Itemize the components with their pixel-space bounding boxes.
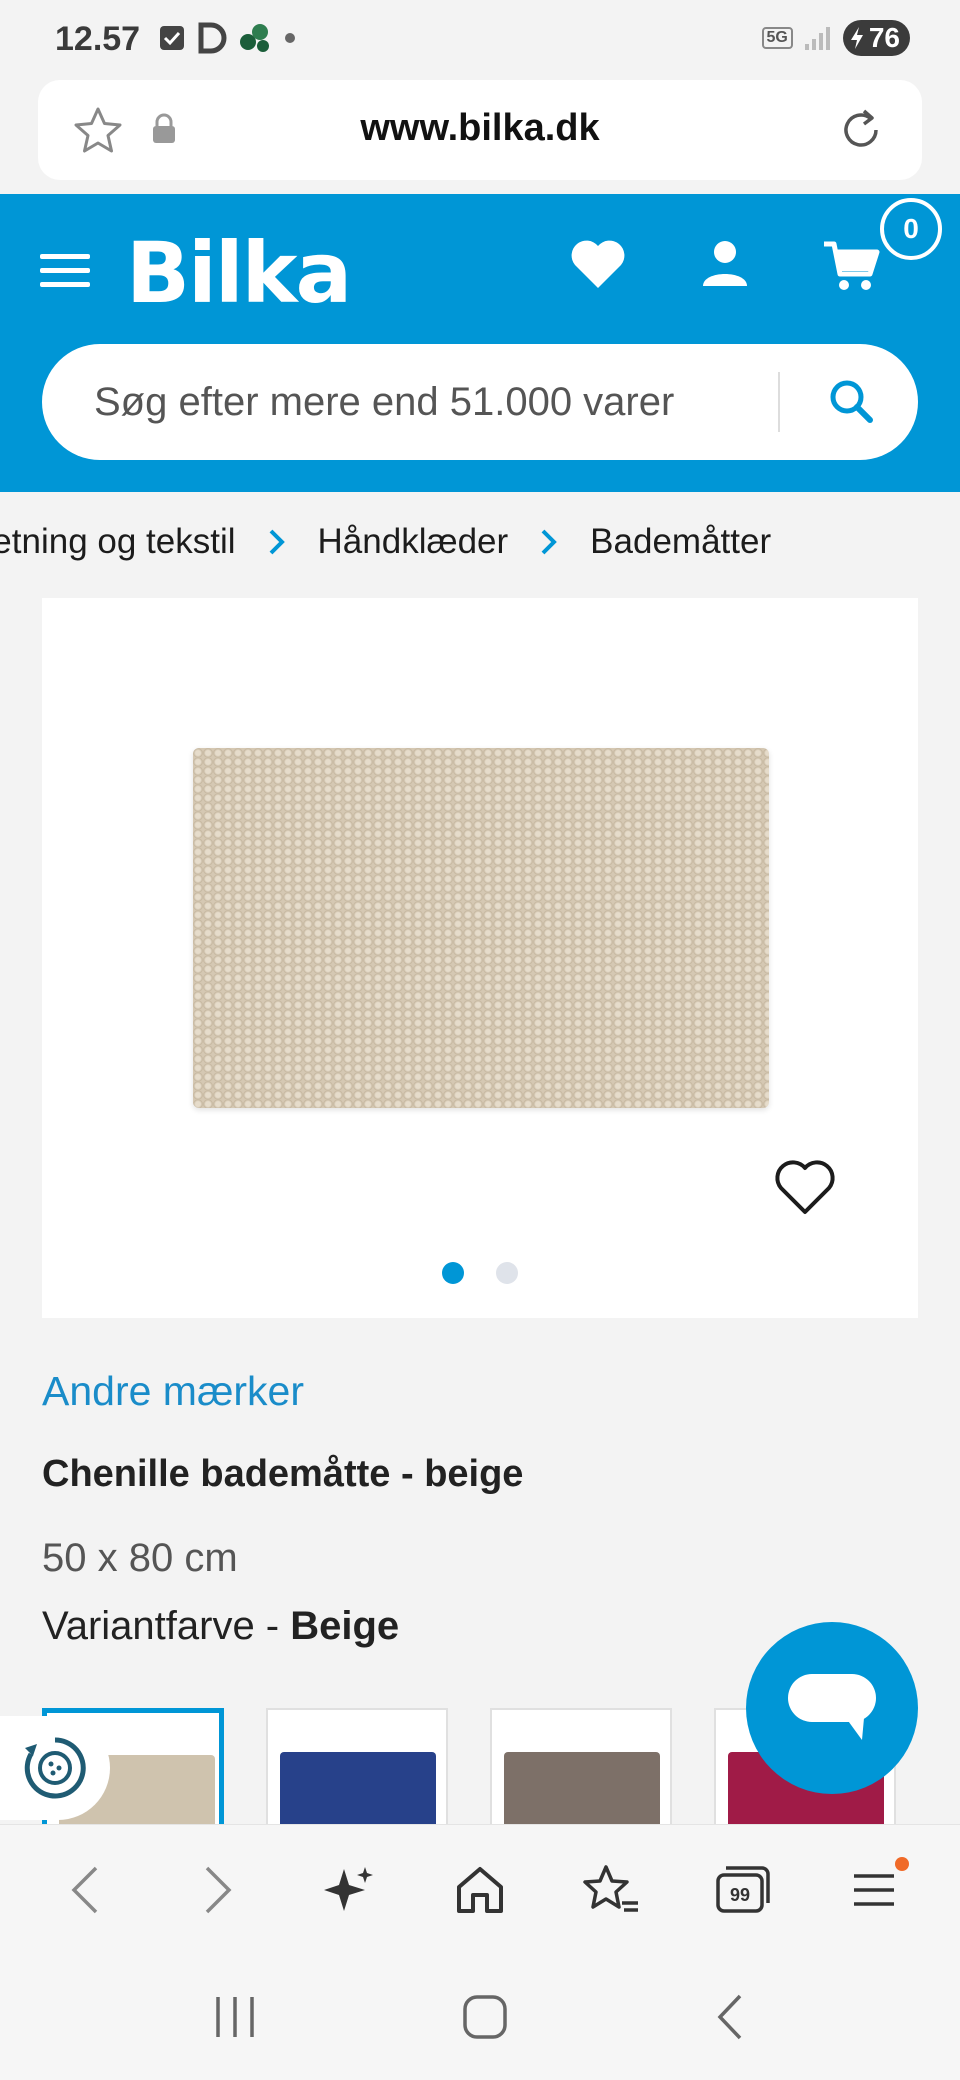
tabs-icon: 99: [716, 1865, 770, 1913]
product-size: 50 x 80 cm: [42, 1536, 238, 1580]
system-home-icon[interactable]: [460, 1992, 510, 2042]
back-icon: [71, 1866, 97, 1913]
breadcrumb-item-handklaeder[interactable]: Håndklæder: [318, 522, 509, 562]
cookie-icon: [24, 1737, 86, 1799]
swatch-brown-image: [504, 1752, 660, 1824]
cookie-settings-button[interactable]: [0, 1716, 110, 1820]
more-notifications-icon: [285, 33, 295, 43]
status-time: 12.57: [55, 20, 141, 58]
battery-level: 76: [868, 22, 900, 53]
account-icon[interactable]: [700, 238, 750, 290]
notification-icons: [158, 22, 298, 54]
leaf-app-icon: [240, 24, 269, 52]
d-app-icon: [198, 22, 227, 54]
chevron-right-icon: [269, 529, 285, 555]
tabs-count: 99: [730, 1885, 750, 1905]
browser-toolbar: 99: [0, 1824, 960, 1954]
favorites-heart-icon[interactable]: [568, 236, 628, 292]
address-bar[interactable]: www.bilka.dk: [38, 80, 922, 180]
browser-tabs-button[interactable]: 99: [708, 1855, 778, 1925]
carousel-dots: [42, 1262, 918, 1284]
browser-forward-button[interactable]: [182, 1855, 252, 1925]
bilka-logo[interactable]: Bilka: [126, 224, 352, 322]
url-text[interactable]: www.bilka.dk: [38, 107, 922, 150]
home-icon: [456, 1866, 503, 1913]
site-header: Bilka 0: [0, 194, 960, 492]
charging-icon: [850, 27, 863, 49]
swatch-blue[interactable]: [266, 1708, 448, 1824]
product-title: Chenille bademåtte - beige: [42, 1453, 524, 1495]
browser-menu-button[interactable]: [839, 1855, 910, 1925]
add-to-favorites-heart-icon[interactable]: [772, 1158, 838, 1218]
bookmarks-icon: [583, 1864, 639, 1912]
sparkle-icon: [323, 1866, 373, 1911]
battery-indicator: 76: [842, 20, 910, 56]
browser-home-button[interactable]: [445, 1855, 515, 1925]
menu-icon[interactable]: [40, 254, 90, 294]
breadcrumb-item-bademaatter[interactable]: Bademåtter: [590, 522, 771, 562]
search-icon[interactable]: [822, 372, 882, 432]
menu-lines-icon: [854, 1873, 895, 1906]
status-bar: 12.57 5G 76: [0, 0, 960, 80]
chat-bubble-icon: [788, 1674, 876, 1740]
checkbox-notification-icon: [160, 26, 184, 50]
breadcrumb-item-indretning[interactable]: Indretning og tekstil: [0, 522, 236, 562]
search-input[interactable]: [94, 344, 784, 460]
brand-link[interactable]: Andre mærker: [42, 1368, 304, 1415]
chat-button[interactable]: [746, 1622, 918, 1794]
swatch-blue-image: [280, 1752, 436, 1824]
search-divider: [778, 372, 780, 432]
cart-count-badge[interactable]: 0: [880, 198, 942, 260]
product-image-bath-mat[interactable]: [193, 748, 769, 1108]
system-icons: 5G 76: [761, 20, 910, 56]
system-navigation-bar: [0, 1954, 960, 2080]
recent-apps-icon[interactable]: [210, 1993, 260, 2041]
cart-icon[interactable]: [822, 238, 882, 294]
chevron-right-icon: [541, 529, 558, 555]
variant-value: Beige: [290, 1604, 400, 1648]
swatch-brown[interactable]: [490, 1708, 672, 1824]
signal-icon: [804, 27, 830, 50]
search-box: [42, 344, 918, 460]
browser-back-button[interactable]: [51, 1855, 121, 1925]
forward-icon: [205, 1866, 232, 1913]
reload-icon[interactable]: [836, 105, 886, 155]
product-image-carousel[interactable]: [42, 598, 918, 1318]
variant-color: Variantfarve - Beige: [42, 1604, 399, 1649]
carousel-dot-2[interactable]: [496, 1262, 518, 1284]
breadcrumb: Indretning og tekstil Håndklæder Bademåt…: [0, 492, 960, 598]
browser-bookmarks-button[interactable]: [576, 1855, 646, 1925]
carousel-dot-1[interactable]: [442, 1262, 464, 1284]
network-type: 5G: [761, 27, 793, 49]
browser-assistant-button[interactable]: [314, 1855, 384, 1925]
variant-label: Variantfarve -: [42, 1604, 291, 1648]
system-back-icon[interactable]: [710, 1992, 750, 2042]
notification-dot: [895, 1856, 910, 1871]
